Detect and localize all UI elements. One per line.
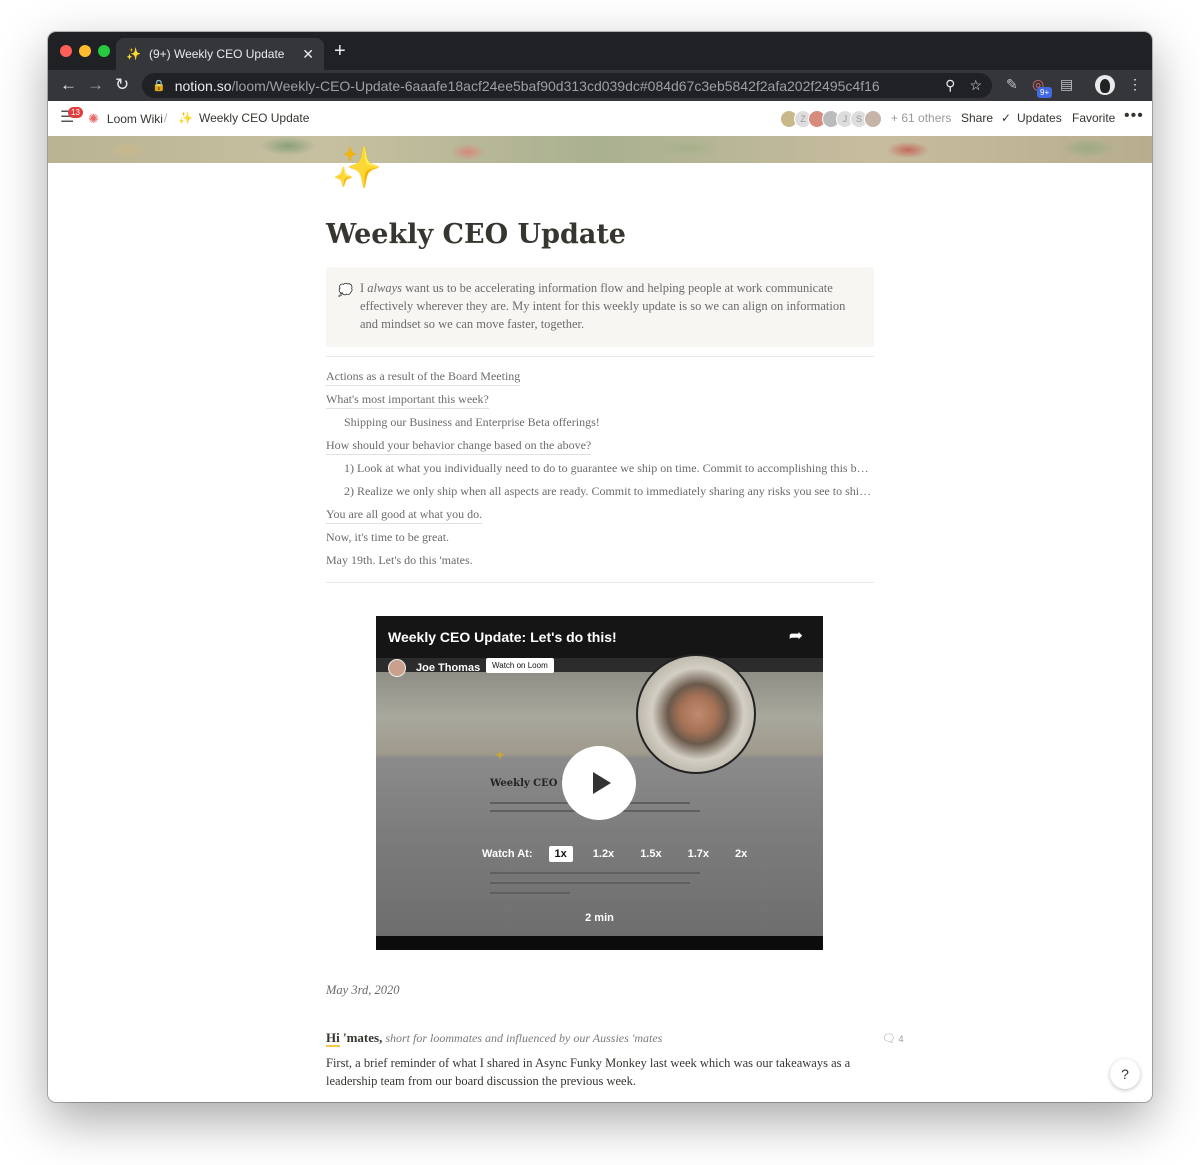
toc-item[interactable]: How should your behavior change based on… [326, 438, 592, 455]
body-paragraph[interactable]: First, a brief reminder of what I shared… [326, 1054, 856, 1090]
video-title-bar: Weekly CEO Update: Let's do this! ➦ [376, 616, 823, 658]
callout-block[interactable]: 💭 I always want us to be accelerating in… [326, 267, 874, 347]
play-button[interactable] [562, 746, 636, 820]
collaborator-avatars[interactable]: Z J S [780, 110, 882, 128]
others-count[interactable]: + 61 others [891, 111, 951, 125]
reader-extension-icon[interactable]: ▤ [1060, 76, 1073, 93]
browser-tab[interactable]: ✨ (9+) Weekly CEO Update ✕ [116, 38, 324, 70]
speed-option-1-2x[interactable]: 1.2x [587, 846, 620, 862]
favorite-button[interactable]: Favorite [1072, 111, 1115, 125]
close-window-button[interactable] [60, 45, 72, 57]
toc-item[interactable]: Actions as a result of the Board Meeting [326, 369, 521, 386]
address-bar[interactable]: 🔒 notion.so /loom/Weekly-CEO-Update-6aaa… [142, 73, 992, 98]
url-host: notion.so [174, 77, 232, 94]
toc-item[interactable]: You are all good at what you do. [326, 507, 483, 524]
author-avatar [388, 659, 406, 677]
help-button[interactable]: ? [1110, 1059, 1140, 1089]
breadcrumb-separator: / [164, 111, 168, 125]
comment-icon: 🗨 [882, 1033, 896, 1045]
check-icon: ✓ [1001, 111, 1012, 125]
greeting-heading[interactable]: Hi 'mates, short for loommates and influ… [326, 1030, 886, 1047]
pen-extension-icon[interactable]: ✎ [1006, 76, 1018, 93]
updates-button[interactable]: Updates [1017, 111, 1062, 125]
new-tab-button[interactable]: + [334, 41, 346, 61]
author-name: Joe Thomas [416, 662, 481, 674]
forward-button[interactable]: → [87, 74, 104, 96]
speed-option-2x[interactable]: 2x [729, 846, 753, 862]
toc-item[interactable]: 2) Realize we only ship when all aspects… [344, 484, 874, 499]
close-tab-icon[interactable]: ✕ [302, 46, 314, 63]
play-icon [592, 772, 611, 794]
thought-bubble-icon: 💭 [338, 283, 353, 297]
page-icon-sparkles[interactable]: ✨ [332, 142, 382, 194]
callout-text-post: want us to be accelerating information f… [360, 281, 846, 331]
back-button[interactable]: ← [60, 74, 77, 96]
url-path: /loom/Weekly-CEO-Update-6aaafe18acf24ee5… [231, 77, 880, 94]
toc-item[interactable]: Shipping our Business and Enterprise Bet… [344, 415, 600, 430]
comment-indicator[interactable]: 🗨 4 [882, 1032, 904, 1045]
post-date: May 3rd, 2020 [326, 983, 400, 997]
toc-item[interactable]: 1) Look at what you individually need to… [344, 461, 874, 476]
video-title[interactable]: Weekly CEO Update: Let's do this! [388, 629, 617, 645]
divider [326, 582, 874, 583]
more-options-icon[interactable]: ••• [1124, 107, 1144, 125]
greeting-hi: Hi [326, 1030, 340, 1047]
share-arrow-icon[interactable]: ➦ [789, 626, 803, 646]
toc-item[interactable]: What's most important this week? [326, 392, 489, 409]
notion-topbar: ☰ 13 ✺ Loom Wiki / ✨ Weekly CEO Update Z… [48, 101, 1152, 136]
sparkles-icon: ✨ [178, 111, 193, 125]
notification-badge: 13 [68, 107, 83, 118]
avatar [864, 110, 882, 128]
thumbnail-text-line [490, 872, 700, 874]
page-cover-image[interactable] [48, 136, 1152, 163]
video-bottom-bar [376, 936, 823, 950]
bookmark-star-icon[interactable]: ☆ [969, 77, 982, 94]
breadcrumb-page-label: Weekly CEO Update [198, 111, 310, 125]
sparkles-icon: ✨ [126, 47, 141, 61]
page-title[interactable]: Weekly CEO Update [326, 219, 626, 250]
speed-option-1-7x[interactable]: 1.7x [682, 846, 715, 862]
thumbnail-text-line [490, 892, 570, 894]
maximize-window-button[interactable] [98, 45, 110, 57]
reload-button[interactable]: ↻ [115, 74, 129, 96]
greeting-mates: 'mates, [339, 1030, 383, 1045]
thumbnail-text-line [490, 882, 690, 884]
extension-badge: 9+ [1037, 87, 1053, 98]
toc-item[interactable]: May 19th. Let's do this 'mates. [326, 553, 473, 568]
minimize-window-button[interactable] [79, 45, 91, 57]
video-author[interactable]: Joe Thomas [388, 659, 480, 677]
breadcrumb-page[interactable]: ✨ Weekly CEO Update [178, 111, 309, 125]
presenter-camera-bubble [636, 654, 756, 774]
browser-toolbar: ← → ↻ 🔒 notion.so /loom/Weekly-CEO-Updat… [48, 70, 1152, 101]
browser-menu-icon[interactable]: ⋮ [1128, 76, 1142, 93]
comment-count: 4 [898, 1034, 904, 1044]
tab-title: (9+) Weekly CEO Update [148, 47, 285, 61]
toc-item[interactable]: Now, it's time to be great. [326, 530, 449, 545]
greeting-subtitle: short for loommates and influenced by ou… [382, 1031, 663, 1045]
loom-video-embed[interactable]: Weekly CEO Update: Let's do this! ➦ Joe … [376, 616, 823, 950]
divider [326, 356, 874, 357]
breadcrumb-workspace[interactable]: ✺ Loom Wiki [88, 111, 163, 127]
share-button[interactable]: Share [961, 111, 993, 125]
loom-logo-icon: ✺ [88, 111, 99, 126]
watch-on-loom-button[interactable]: Watch on Loom [486, 658, 554, 673]
callout-text-emphasis: always [367, 281, 403, 295]
playback-speed-selector: Watch At: 1x 1.2x 1.5x 1.7x 2x [482, 846, 767, 862]
profile-avatar[interactable] [1095, 75, 1115, 95]
tab-strip: ✨ (9+) Weekly CEO Update ✕ + [48, 32, 1152, 70]
video-duration: 2 min [585, 912, 614, 924]
speed-option-1-5x[interactable]: 1.5x [634, 846, 667, 862]
browser-window: ✨ (9+) Weekly CEO Update ✕ + ← → ↻ 🔒 not… [48, 32, 1152, 1102]
watch-at-label: Watch At: [482, 848, 533, 860]
breadcrumb-workspace-label: Loom Wiki [106, 112, 163, 126]
zoom-icon[interactable]: ⚲ [945, 77, 955, 94]
sparkles-icon: ✦ [494, 747, 506, 763]
lock-icon: 🔒 [152, 80, 166, 92]
speed-option-1x[interactable]: 1x [548, 846, 573, 862]
